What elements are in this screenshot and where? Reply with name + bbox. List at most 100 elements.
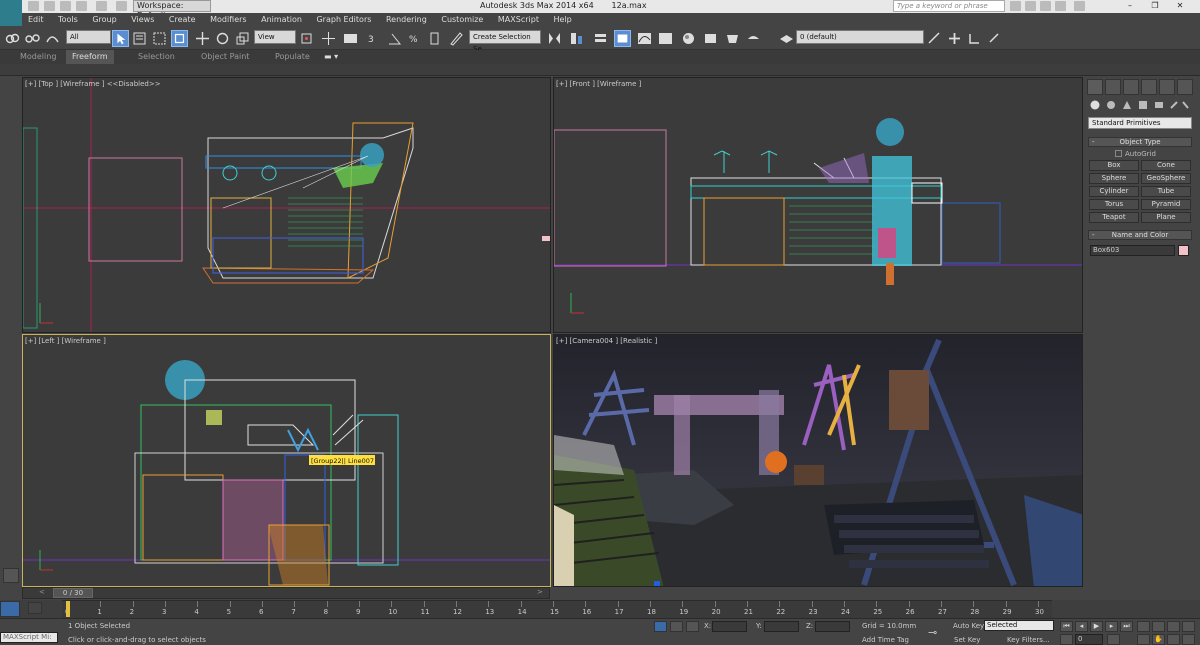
binoculars-icon[interactable] <box>1010 1 1021 11</box>
mini-curve-editor-icon[interactable] <box>0 601 20 617</box>
sphere-button[interactable]: Sphere <box>1089 173 1139 184</box>
hierarchy-tab-icon[interactable] <box>1123 79 1139 95</box>
zoom-all-icon[interactable] <box>1152 621 1165 632</box>
zoom-extents-all-icon[interactable] <box>1182 621 1195 632</box>
autogrid-check-icon[interactable] <box>1115 150 1122 157</box>
graphite-modeling-tools-icon[interactable] <box>614 30 631 47</box>
menu-animation[interactable]: Animation <box>255 13 308 26</box>
selection-filter-dropdown[interactable]: All <box>66 30 111 44</box>
maximize-button[interactable]: ❐ <box>1145 1 1165 11</box>
category-dropdown[interactable]: Standard Primitives <box>1088 117 1192 129</box>
pivot-center-icon[interactable] <box>298 30 315 47</box>
select-in-layer-icon[interactable] <box>966 30 983 47</box>
time-slider-next-arrow-icon[interactable]: > <box>537 588 543 596</box>
lock-icon[interactable] <box>670 621 683 632</box>
viewport-camera[interactable]: [+] [Camera004 ] [Realistic ] <box>553 334 1083 587</box>
time-slider[interactable]: 0 / 30 < > <box>22 587 550 599</box>
add-time-tag[interactable]: Add Time Tag <box>862 636 909 644</box>
viewport-front-label[interactable]: [+] [Front ] [Wireframe ] <box>556 80 641 88</box>
geometry-icon[interactable] <box>1089 99 1189 111</box>
menu-modifiers[interactable]: Modifiers <box>204 13 253 26</box>
cone-button[interactable]: Cone <box>1141 160 1191 171</box>
auto-key-button[interactable]: Auto Key <box>953 622 984 630</box>
viewport-camera-label[interactable]: [+] [Camera004 ] [Realistic ] <box>556 337 657 345</box>
create-tab-icon[interactable] <box>1087 79 1103 95</box>
track-bar-ruler[interactable]: 0123456789101112131415161718192021222324… <box>62 600 1052 618</box>
move-icon[interactable] <box>194 30 211 47</box>
create-new-layer-icon[interactable] <box>926 30 943 47</box>
maxscript-listener-input[interactable]: MAXScript Mi: <box>0 632 58 643</box>
key-mode-dropdown[interactable]: Selected <box>984 620 1054 631</box>
layer-manager-icon[interactable] <box>592 30 609 47</box>
name-and-color-rollout[interactable]: - Name and Color <box>1088 230 1192 240</box>
scale-icon[interactable] <box>234 30 251 47</box>
rectangular-selection-region-icon[interactable] <box>151 30 168 47</box>
next-frame-icon[interactable]: ▸ <box>1105 621 1118 632</box>
plane-button[interactable]: Plane <box>1141 212 1191 223</box>
mirror-icon[interactable] <box>546 30 563 47</box>
workspace-dropdown[interactable]: Workspace: Default <box>133 0 211 20</box>
selection-lock-icon[interactable] <box>654 621 667 632</box>
add-to-layer-icon[interactable] <box>946 30 963 47</box>
menu-views[interactable]: Views <box>125 13 160 26</box>
snaps-toggle-icon[interactable]: 3 <box>366 30 383 47</box>
layer-dropdown[interactable]: 0 (default) <box>796 30 924 44</box>
viewport-front[interactable]: [+] [Front ] [Wireframe ] <box>553 77 1083 333</box>
go-to-end-icon[interactable]: ⏭ <box>1120 621 1133 632</box>
close-button[interactable]: ✕ <box>1170 1 1190 11</box>
zoom-icon[interactable] <box>1137 621 1150 632</box>
menu-customize[interactable]: Customize <box>435 13 489 26</box>
edit-named-selection-icon[interactable] <box>448 30 465 47</box>
select-by-name-icon[interactable] <box>131 30 148 47</box>
reference-coordinate-dropdown[interactable]: View <box>254 30 296 44</box>
menu-graph-editors[interactable]: Graph Editors <box>310 13 377 26</box>
help-icon[interactable] <box>1074 1 1085 11</box>
play-icon[interactable]: ▶ <box>1090 621 1103 632</box>
y-coordinate-field[interactable] <box>764 621 799 632</box>
render-setup-icon[interactable] <box>702 30 719 47</box>
previous-frame-icon[interactable]: ◂ <box>1075 621 1088 632</box>
rendered-frame-window-icon[interactable] <box>724 30 741 47</box>
z-coordinate-field[interactable] <box>815 621 850 632</box>
favorites-star-icon[interactable] <box>1055 1 1066 11</box>
undo-icon[interactable] <box>76 1 87 11</box>
schematic-view-icon[interactable] <box>657 30 674 47</box>
pyramid-button[interactable]: Pyramid <box>1141 199 1191 210</box>
pan-view-icon[interactable]: ✋ <box>1152 634 1165 645</box>
menu-rendering[interactable]: Rendering <box>380 13 433 26</box>
cylinder-button[interactable]: Cylinder <box>1089 186 1139 197</box>
menu-create[interactable]: Create <box>163 13 202 26</box>
select-and-manipulate-icon[interactable] <box>320 30 337 47</box>
material-editor-icon[interactable] <box>680 30 697 47</box>
align-icon[interactable] <box>568 30 585 47</box>
autogrid-checkbox[interactable]: AutoGrid <box>1115 150 1156 158</box>
ribbon-tab-freeform[interactable]: Freeform <box>66 50 114 64</box>
orbit-icon[interactable] <box>1167 634 1180 645</box>
display-tab-icon[interactable] <box>1159 79 1175 95</box>
absolute-mode-icon[interactable] <box>686 621 699 632</box>
layers-icon[interactable] <box>778 30 795 47</box>
time-configuration-icon[interactable] <box>1107 634 1120 645</box>
open-file-icon[interactable] <box>44 1 55 11</box>
communication-icon[interactable] <box>1040 1 1051 11</box>
modify-tab-icon[interactable] <box>1105 79 1121 95</box>
keyboard-shortcut-override-icon[interactable] <box>342 30 359 47</box>
unlink-icon[interactable] <box>24 30 41 47</box>
set-key-button[interactable]: Set Key <box>954 636 980 644</box>
3dsmax-logo-icon[interactable] <box>0 0 22 26</box>
time-slider-thumb[interactable]: 0 / 30 <box>53 588 93 598</box>
field-of-view-icon[interactable] <box>1137 634 1150 645</box>
save-file-icon[interactable] <box>60 1 71 11</box>
teapot-button[interactable]: Teapot <box>1089 212 1139 223</box>
set-current-layer-icon[interactable] <box>986 30 1003 47</box>
go-to-start-icon[interactable]: ⏮ <box>1060 621 1073 632</box>
object-name-input[interactable]: Box603 <box>1090 245 1175 256</box>
search-input[interactable]: Type a keyword or phrase <box>893 0 1005 12</box>
redo-icon[interactable] <box>96 1 107 11</box>
x-coordinate-field[interactable] <box>712 621 747 632</box>
object-color-swatch[interactable] <box>1178 245 1189 256</box>
bind-space-warp-icon[interactable] <box>44 30 61 47</box>
torus-button[interactable]: Torus <box>1089 199 1139 210</box>
hold-icon[interactable] <box>116 1 127 11</box>
menu-help[interactable]: Help <box>548 13 578 26</box>
